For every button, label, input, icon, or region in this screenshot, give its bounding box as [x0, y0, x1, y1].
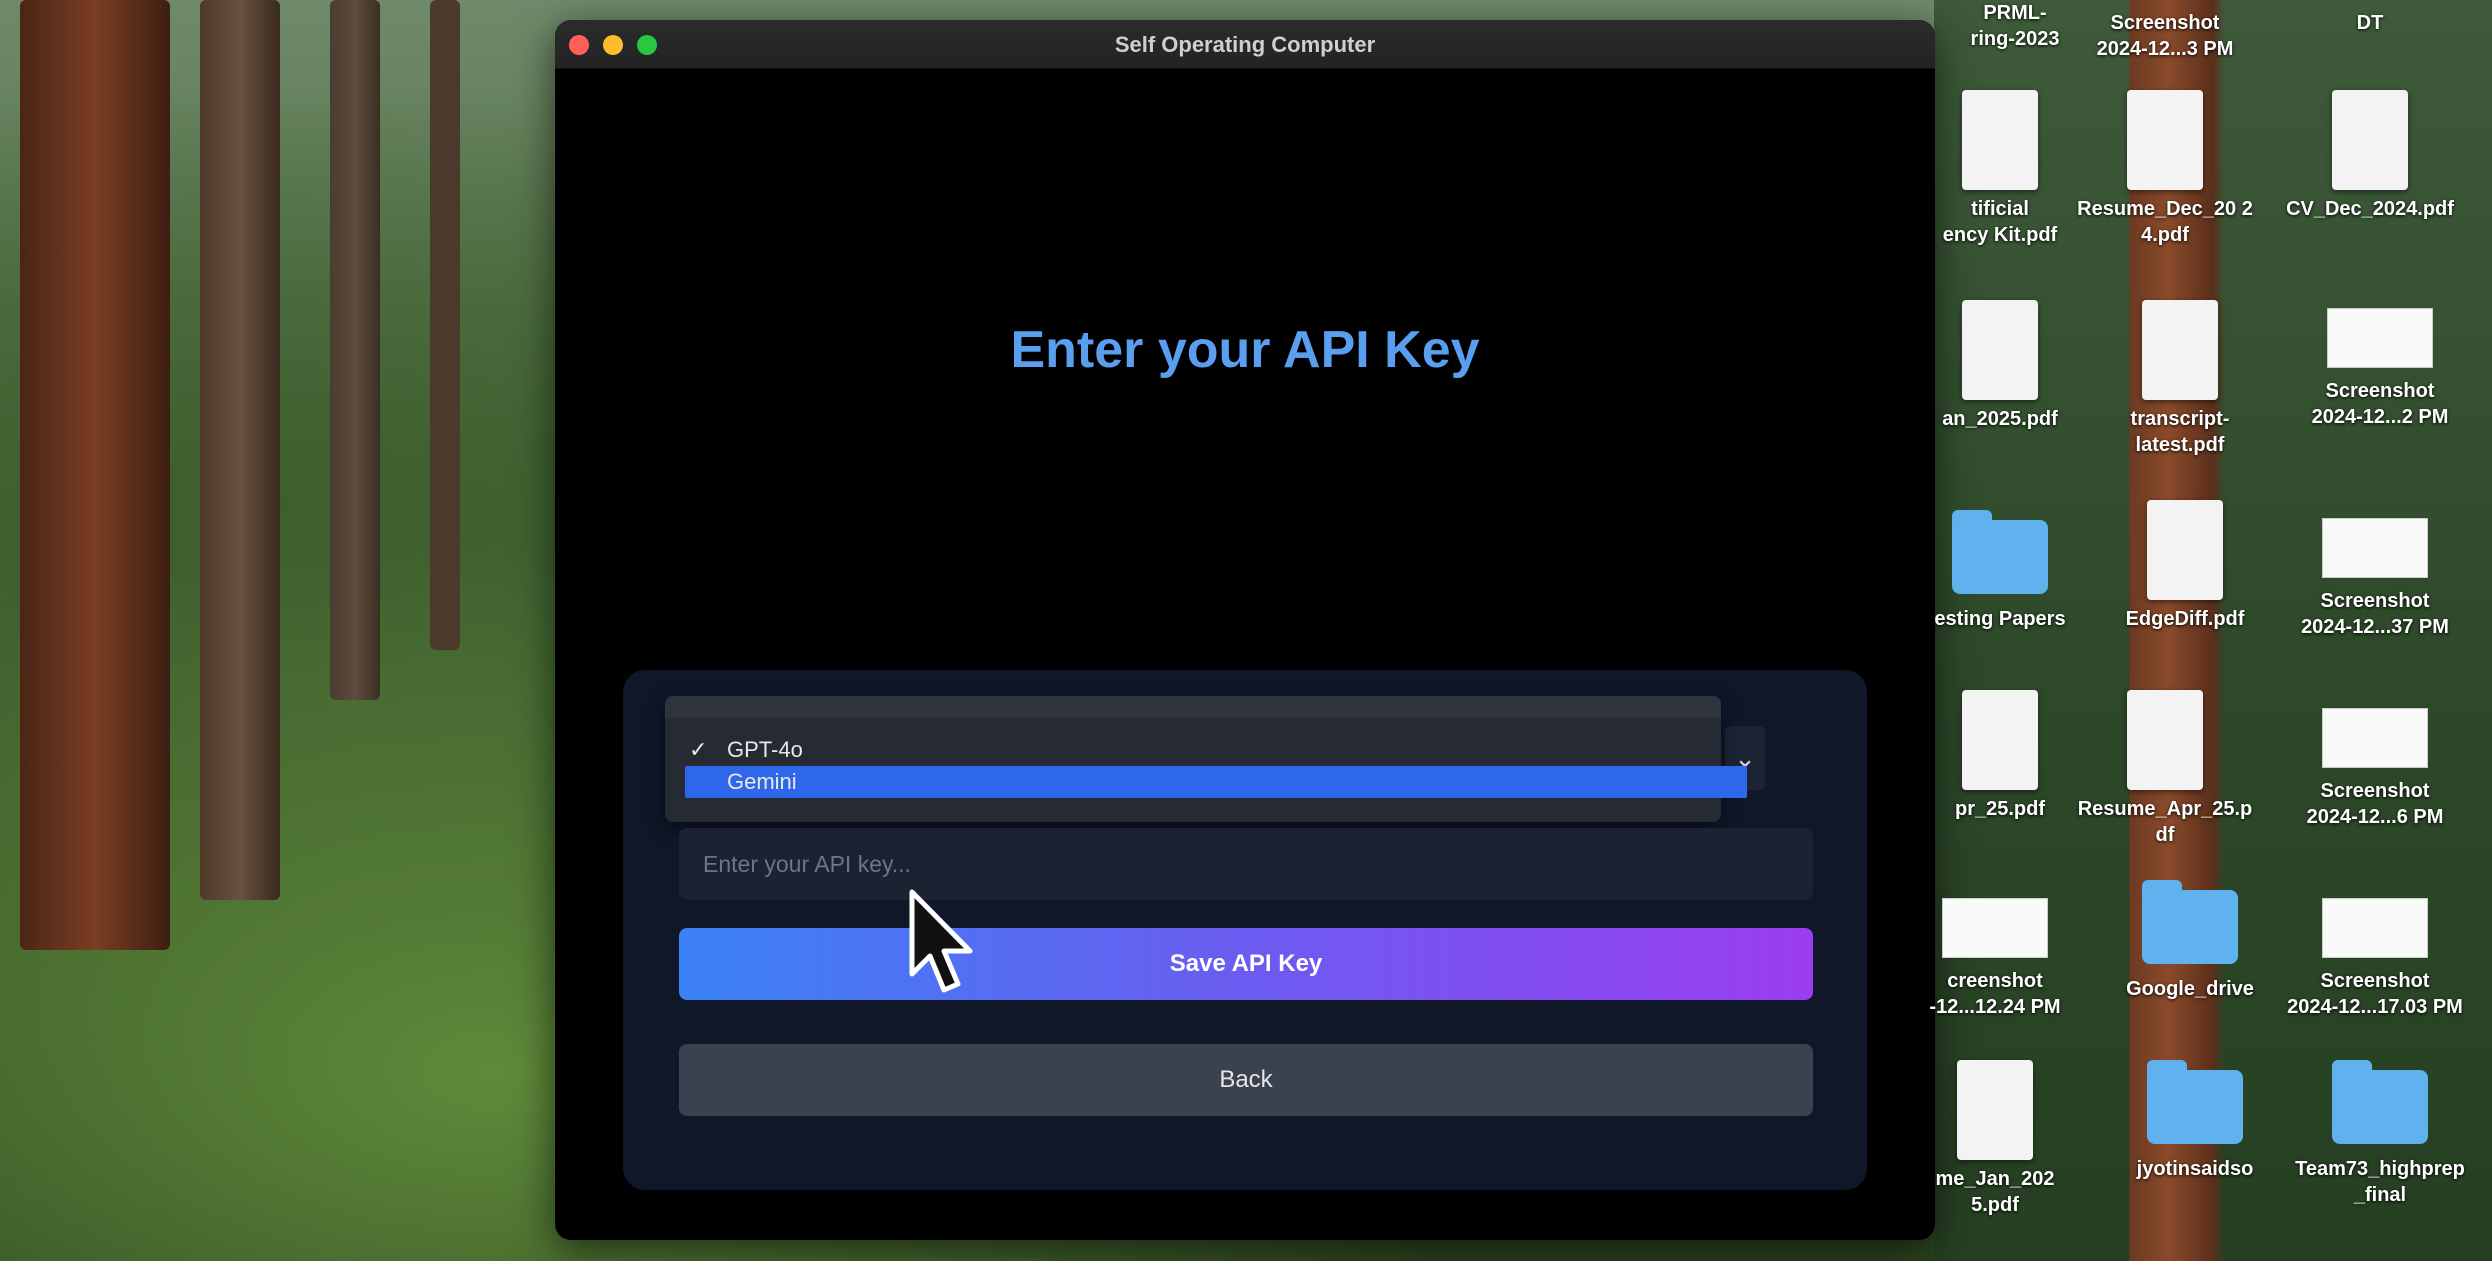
desktop-icon[interactable]: Screenshot 2024-12...17.03 PM: [2270, 880, 2480, 1020]
desktop-icon-label: EdgeDiff.pdf: [2125, 608, 2245, 630]
window-title: Self Operating Computer: [1114, 32, 1376, 57]
api-key-input[interactable]: [679, 828, 1813, 900]
folder-icon: [1952, 510, 2048, 594]
desktop-icon-label: Screenshot 2024-12...17.03 PM: [2287, 970, 2463, 1018]
tree-trunk: [200, 0, 280, 900]
tree-trunk: [20, 0, 170, 950]
screenshot-thumbnail-icon: [2322, 518, 2428, 578]
desktop-icon[interactable]: Team73_highprep _final: [2275, 1060, 2485, 1208]
pdf-document-icon: [2147, 500, 2223, 600]
folder-icon: [2147, 1060, 2243, 1144]
pdf-document-icon: [2332, 90, 2408, 190]
desktop-icon-label: Team73_highprep _final: [2295, 1158, 2465, 1206]
desktop-icon-label: me_Jan_202 5.pdf: [1935, 1168, 2055, 1216]
desktop-icon-label: esting Papers: [1934, 608, 2066, 630]
desktop-icon[interactable]: Screenshot 2024-12...6 PM: [2270, 690, 2480, 830]
pdf-document-icon: [2127, 90, 2203, 190]
pdf-document-icon: [1957, 1060, 2033, 1160]
desktop-icon-label: Screenshot 2024-12...37 PM: [2301, 590, 2449, 638]
title-bar[interactable]: Self Operating Computer: [555, 20, 1935, 69]
model-option-label: GPT-4o: [727, 737, 803, 762]
desktop-icon[interactable]: creenshot -12...12.24 PM: [1890, 880, 2100, 1020]
screenshot-thumbnail-icon: [1942, 898, 2048, 958]
model-dropdown-menu: ✓ GPT-4o Gemini: [665, 696, 1747, 822]
model-option-label: Gemini: [727, 769, 797, 794]
desktop-icon-label: Screenshot 2024-12...6 PM: [2306, 780, 2444, 828]
tree-trunk: [430, 0, 460, 650]
desktop-icon[interactable]: transcript- latest.pdf: [2075, 300, 2285, 458]
desktop-icon-label: transcript- latest.pdf: [2130, 408, 2230, 456]
model-option-gemini[interactable]: Gemini: [685, 766, 1747, 798]
desktop-icon-label: CV_Dec_2024.pdf: [2286, 198, 2454, 220]
desktop-icon[interactable]: DT: [2265, 10, 2475, 36]
desktop-icon-label: Resume_Dec_20 2 4.pdf: [2077, 198, 2253, 246]
save-api-key-button[interactable]: Save API Key: [679, 928, 1813, 1000]
pdf-document-icon: [1962, 90, 2038, 190]
tree-trunk: [330, 0, 380, 700]
desktop-icon-label: Screenshot 2024-12...2 PM: [2311, 380, 2449, 428]
desktop-icon[interactable]: an_2025.pdf: [1895, 300, 2105, 432]
model-option-gpt-4o[interactable]: ✓ GPT-4o: [685, 734, 1747, 766]
desktop-icon[interactable]: Screenshot 2024-12...37 PM: [2270, 500, 2480, 640]
desktop-icon[interactable]: esting Papers: [1895, 510, 2105, 632]
desktop-icon[interactable]: Google_drive: [2085, 880, 2295, 1002]
folder-icon: [2332, 1060, 2428, 1144]
desktop-icon-label: Google_drive: [2126, 978, 2254, 1000]
desktop-icon-label: creenshot -12...12.24 PM: [1929, 970, 2061, 1018]
desktop-icon[interactable]: Resume_Dec_20 2 4.pdf: [2060, 90, 2270, 248]
mouse-cursor-icon: [909, 889, 973, 993]
desktop-icon[interactable]: Screenshot 2024-12...2 PM: [2275, 290, 2485, 430]
pdf-document-icon: [2142, 300, 2218, 400]
back-button[interactable]: Back: [679, 1044, 1813, 1116]
screenshot-thumbnail-icon: [2322, 898, 2428, 958]
screenshot-thumbnail-icon: [2322, 708, 2428, 768]
desktop-icon[interactable]: Resume_Apr_25.p df: [2060, 690, 2270, 848]
pdf-document-icon: [1962, 300, 2038, 400]
desktop-icon-label: jyotinsaidso: [2136, 1158, 2254, 1180]
app-window: Self Operating Computer Enter your API K…: [555, 20, 1935, 1240]
pdf-document-icon: [2127, 690, 2203, 790]
desktop-icon-label: an_2025.pdf: [1942, 408, 2058, 430]
desktop-icon-label: DT: [2356, 12, 2384, 34]
desktop-icon[interactable]: jyotinsaidso: [2090, 1060, 2300, 1182]
desktop-icon[interactable]: Screenshot 2024-12...3 PM: [2060, 10, 2270, 62]
desktop-icon[interactable]: CV_Dec_2024.pdf: [2265, 90, 2475, 222]
pdf-document-icon: [1962, 690, 2038, 790]
page-heading: Enter your API Key: [1010, 321, 1480, 379]
desktop-icon[interactable]: me_Jan_202 5.pdf: [1890, 1060, 2100, 1218]
screenshot-thumbnail-icon: [2327, 308, 2433, 368]
desktop-icon[interactable]: EdgeDiff.pdf: [2080, 500, 2290, 632]
desktop-icon-label: Screenshot 2024-12...3 PM: [2096, 12, 2234, 60]
checkmark-icon: ✓: [689, 737, 708, 762]
desktop-icon-label: Resume_Apr_25.p df: [2077, 798, 2253, 846]
folder-icon: [2142, 880, 2238, 964]
